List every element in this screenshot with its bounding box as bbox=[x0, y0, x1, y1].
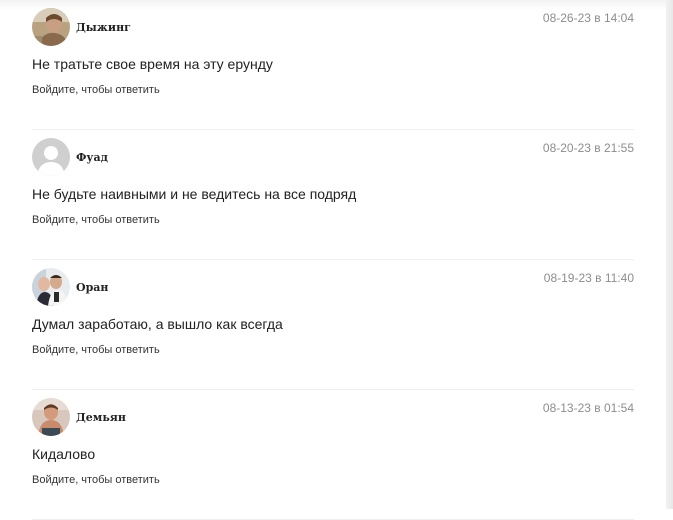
comment-author: Оран bbox=[76, 281, 109, 294]
user-avatar-photo[interactable] bbox=[32, 268, 70, 306]
login-to-reply-link[interactable]: Войдите, чтобы ответить bbox=[32, 84, 160, 96]
comment-text: Не будьте наивными и не ведитесь на все … bbox=[32, 186, 357, 202]
comment-item: Демьян 08-13-23 в 01:54 Кидалово Войдите… bbox=[32, 390, 634, 520]
default-user-icon[interactable] bbox=[32, 138, 70, 176]
comment-text: Думал заработаю, а вышло как всегда bbox=[32, 316, 283, 332]
comment-date: 08-19-23 в 11:40 bbox=[543, 271, 634, 285]
comment-text: Не тратьте свое время на эту ерунду bbox=[32, 56, 273, 72]
comment-item: Оран 08-19-23 в 11:40 Думал заработаю, а… bbox=[32, 260, 634, 390]
login-to-reply-link[interactable]: Войдите, чтобы ответить bbox=[32, 474, 160, 486]
user-avatar-photo[interactable] bbox=[32, 398, 70, 436]
comment-date: 08-13-23 в 01:54 bbox=[542, 401, 634, 415]
comment-author: Демьян bbox=[76, 411, 126, 424]
comment-item: Дыжинг 08-26-23 в 14:04 Не тратьте свое … bbox=[32, 0, 634, 130]
comment-item: Фуад 08-20-23 в 21:55 Не будьте наивными… bbox=[32, 130, 634, 260]
user-avatar-photo[interactable] bbox=[32, 8, 70, 46]
comment-date: 08-26-23 в 14:04 bbox=[542, 11, 634, 25]
login-to-reply-link[interactable]: Войдите, чтобы ответить bbox=[32, 344, 160, 356]
login-to-reply-link[interactable]: Войдите, чтобы ответить bbox=[32, 214, 160, 226]
comment-text: Кидалово bbox=[32, 446, 96, 462]
scrollbar-track[interactable] bbox=[666, 0, 673, 509]
comment-author: Дыжинг bbox=[76, 21, 131, 34]
comment-author: Фуад bbox=[76, 151, 108, 164]
comment-date: 08-20-23 в 21:55 bbox=[542, 141, 634, 155]
comments-list: Дыжинг 08-26-23 в 14:04 Не тратьте свое … bbox=[32, 0, 634, 520]
